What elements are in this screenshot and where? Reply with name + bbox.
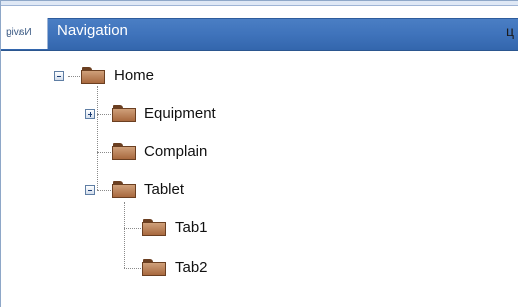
folder-icon: [112, 143, 136, 160]
tree-item-label: Tab1: [175, 219, 208, 236]
side-tab-label: Navig: [6, 27, 32, 38]
navigation-tree: Home Equipment Complain Tablet Tab1 Tab2: [1, 49, 518, 308]
tree-item-label: Home: [114, 67, 155, 84]
pin-icon[interactable]: ц: [506, 23, 514, 39]
side-tab[interactable]: Navig: [1, 18, 48, 49]
tree-item-label: Complain: [144, 143, 208, 160]
folder-icon: [81, 67, 105, 84]
tree-item-home[interactable]: Home: [1, 62, 518, 92]
expand-toggle[interactable]: [85, 109, 95, 119]
tree-item-label: Tab2: [175, 259, 208, 276]
collapse-toggle[interactable]: [85, 185, 95, 195]
tree-item-tablet[interactable]: Tablet: [1, 176, 518, 206]
folder-icon: [142, 259, 166, 276]
tree-item-complain[interactable]: Complain: [1, 138, 518, 168]
tree-item-equipment[interactable]: Equipment: [1, 100, 518, 130]
tree-item-tab1[interactable]: Tab1: [1, 214, 518, 244]
top-strip: [1, 1, 518, 6]
tree-item-label: Equipment: [144, 105, 216, 122]
panel-title: Navigation: [57, 22, 128, 39]
folder-icon: [142, 219, 166, 236]
tree-item-tab2[interactable]: Tab2: [1, 254, 518, 284]
folder-icon: [112, 181, 136, 198]
tree-item-label: Tablet: [144, 181, 185, 198]
folder-icon: [112, 105, 136, 122]
navigation-panel: Navig Navigation ц Home Equipment Compla…: [0, 0, 518, 307]
collapse-toggle[interactable]: [54, 71, 64, 81]
